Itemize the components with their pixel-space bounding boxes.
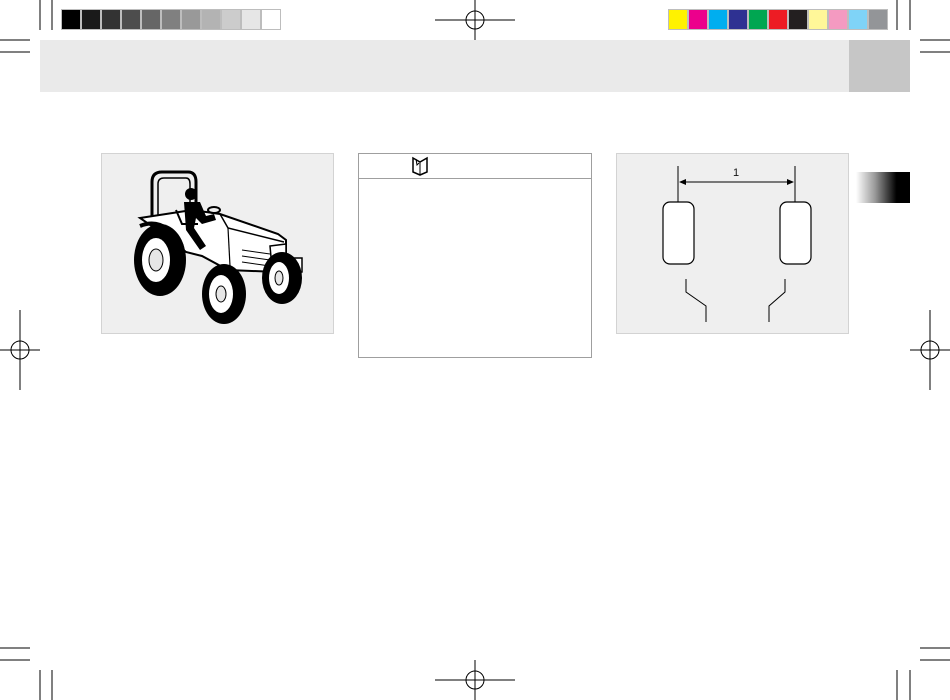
color-calibration-bar <box>668 9 888 30</box>
grayscale-swatch <box>81 9 101 30</box>
track-width-diagram <box>662 166 812 322</box>
color-swatch <box>788 9 808 30</box>
note-box <box>358 153 592 358</box>
grayscale-swatch <box>261 9 281 30</box>
book-icon <box>412 156 428 176</box>
grayscale-calibration-bar <box>61 9 281 30</box>
color-swatch <box>848 9 868 30</box>
grayscale-swatch <box>161 9 181 30</box>
color-swatch <box>688 9 708 30</box>
dimension-label: 1 <box>733 167 740 179</box>
color-swatch <box>728 9 748 30</box>
note-header <box>359 154 591 179</box>
color-swatch <box>828 9 848 30</box>
color-swatch <box>768 9 788 30</box>
color-swatch <box>708 9 728 30</box>
color-swatch <box>748 9 768 30</box>
grayscale-swatch <box>101 9 121 30</box>
chapter-marker <box>856 172 910 203</box>
grayscale-swatch <box>141 9 161 30</box>
track-width-figure: 1 <box>616 153 849 334</box>
color-swatch <box>868 9 888 30</box>
color-swatch <box>808 9 828 30</box>
header-band <box>40 40 910 92</box>
chapter-tab <box>849 40 910 92</box>
grayscale-swatch <box>201 9 221 30</box>
grayscale-swatch <box>181 9 201 30</box>
left-tire <box>662 201 695 265</box>
tractor-figure <box>101 153 334 334</box>
grayscale-swatch <box>241 9 261 30</box>
right-tire <box>779 201 812 265</box>
grayscale-swatch <box>61 9 81 30</box>
grayscale-swatch <box>121 9 141 30</box>
grayscale-swatch <box>221 9 241 30</box>
tractor-illustration-icon <box>134 170 303 324</box>
color-swatch <box>668 9 688 30</box>
